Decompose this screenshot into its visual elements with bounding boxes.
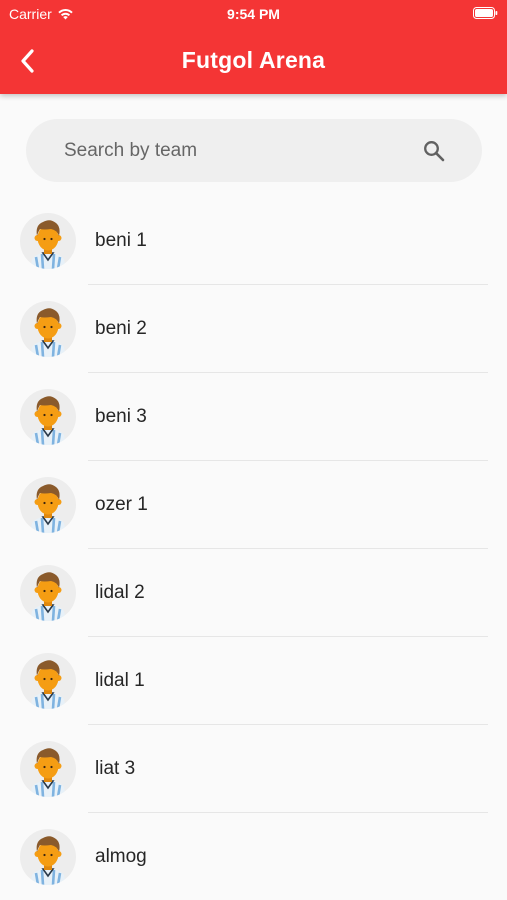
team-name: beni 1 [95,230,147,251]
player-avatar-icon [30,748,66,797]
team-list-item[interactable]: beni 3 [0,373,507,461]
team-name: ozer 1 [95,494,148,515]
player-avatar-icon [20,301,76,357]
team-list-item[interactable]: beni 1 [0,197,507,285]
status-bar: Carrier 9:54 PM [0,0,507,28]
player-avatar-icon [20,213,76,269]
player-avatar-icon [20,565,76,621]
team-name: beni 3 [95,406,147,427]
nav-bar: Futgol Arena [0,28,507,94]
team-list-item[interactable]: liat 3 [0,725,507,813]
team-name: almog [95,846,147,867]
team-name: lidal 1 [95,670,145,691]
search-input[interactable] [64,119,404,182]
team-list-item[interactable]: ozer 1 [0,461,507,549]
player-avatar-icon [20,477,76,533]
team-list-item[interactable]: lidal 2 [0,549,507,637]
player-avatar-icon [20,389,76,445]
player-avatar-icon [20,653,76,709]
team-list-item[interactable]: lidal 1 [0,637,507,725]
team-list: beni 1 beni 2 beni 3 ozer 1 lidal 2 lida… [0,197,507,900]
team-name: lidal 2 [95,582,145,603]
app-header: Carrier 9:54 PM Futgol Arena [0,0,507,94]
player-avatar-icon [20,829,76,885]
page-title: Futgol Arena [181,47,326,73]
player-avatar-icon [30,836,66,885]
screen: Carrier 9:54 PM Futgol Arena Search by t… [0,0,507,900]
battery-icon [473,7,498,19]
team-list-item[interactable]: beni 2 [0,285,507,373]
player-avatar-icon [30,220,66,269]
player-avatar-icon [30,572,66,621]
player-avatar-icon [30,396,66,445]
player-avatar-icon [20,741,76,797]
player-avatar-icon [30,484,66,533]
status-time: 9:54 PM [227,6,280,22]
player-avatar-icon [30,308,66,357]
team-name: beni 2 [95,318,147,339]
search-icon[interactable] [422,139,446,163]
player-avatar-icon [30,660,66,709]
team-name: liat 3 [95,758,136,779]
team-list-item[interactable]: almog [0,813,507,900]
search-bar [26,119,482,182]
